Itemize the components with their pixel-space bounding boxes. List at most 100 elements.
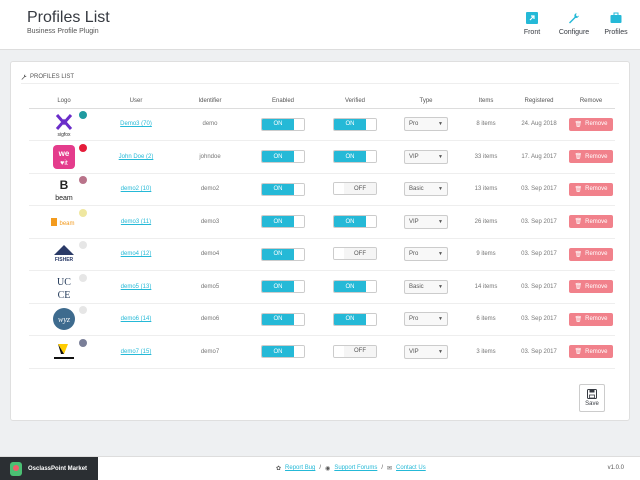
caret-down-icon: ▼ [438, 283, 443, 290]
user-cell: demo7 (15) [99, 335, 173, 369]
front-button[interactable]: Front [516, 12, 548, 36]
profile-logo: Bbeam [49, 176, 87, 202]
type-select[interactable]: Pro ▼ [404, 117, 448, 132]
type-value: Basic [409, 186, 424, 193]
enabled-toggle[interactable]: ON [261, 150, 305, 164]
contact-us-link[interactable]: Contact Us [396, 465, 426, 472]
remove-button[interactable]: 🗑 Remove [568, 247, 614, 261]
verified-toggle[interactable]: ON [333, 117, 377, 131]
identifier-cell: demo7 [173, 335, 247, 369]
remove-label: Remove [585, 283, 608, 290]
registered-cell: 03. Sep 2017 [511, 173, 567, 206]
remove-button[interactable]: 🗑 Remove [568, 150, 614, 164]
identifier-cell: demo4 [173, 238, 247, 271]
type-select[interactable]: Pro ▼ [404, 312, 448, 327]
external-link-icon [526, 12, 538, 24]
toggle-state: OFF [344, 345, 376, 357]
svg-text:we: we [58, 149, 70, 158]
remove-button[interactable]: 🗑 Remove [568, 215, 614, 229]
brand-logo[interactable]: OsclassPoint Market [0, 457, 98, 480]
toolbar: Front Configure Profiles [516, 12, 632, 36]
col-user: User [99, 94, 173, 109]
enabled-toggle[interactable]: ON [261, 182, 305, 196]
user-link[interactable]: demo3 (11) [121, 219, 151, 225]
user-cell: Demo3 (70) [99, 108, 173, 141]
remove-button[interactable]: 🗑 Remove [568, 312, 614, 326]
table-row: Bbeam demo2 (10) demo2 ON OFF Basic ▼ 13 … [29, 173, 615, 206]
panel-title: PROFILES LIST [30, 73, 75, 80]
table-row: FISHER demo4 (12) demo4 ON OFF Pro ▼ 9 it… [29, 238, 615, 271]
trash-icon: 🗑 [574, 251, 583, 258]
registered-cell: 03. Sep 2017 [511, 270, 567, 304]
user-link[interactable]: demo6 (14) [121, 316, 152, 322]
type-value: VIP [409, 348, 419, 355]
enabled-toggle[interactable]: ON [261, 345, 305, 359]
enabled-cell: ON [247, 303, 319, 336]
toggle-state: ON [262, 346, 294, 358]
type-select[interactable]: Basic ▼ [404, 279, 448, 294]
user-link[interactable]: John Doe (2) [119, 154, 154, 160]
user-link[interactable]: Demo3 (70) [120, 121, 152, 127]
type-select[interactable]: Pro ▼ [404, 247, 448, 262]
remove-button[interactable]: 🗑 Remove [568, 182, 614, 196]
remove-cell: 🗑 Remove [567, 108, 615, 141]
type-select[interactable]: Basic ▼ [404, 182, 448, 197]
profile-logo: beam [49, 208, 87, 235]
enabled-toggle[interactable]: ON [261, 280, 305, 294]
verified-toggle[interactable]: ON [333, 215, 377, 229]
enabled-cell: ON [247, 140, 319, 174]
verified-toggle[interactable]: OFF [333, 182, 377, 196]
identifier-cell: johndoe [173, 140, 247, 174]
envelope-icon: ✉ [387, 466, 393, 472]
enabled-cell: ON [247, 205, 319, 239]
type-select[interactable]: VIP ▼ [404, 344, 448, 359]
type-value: Pro [409, 251, 419, 258]
enabled-toggle[interactable]: ON [261, 215, 305, 229]
user-link[interactable]: demo2 (10) [121, 186, 152, 192]
caret-down-icon: ▼ [438, 153, 443, 160]
type-select[interactable]: VIP ▼ [404, 214, 448, 229]
verified-toggle[interactable]: OFF [333, 247, 377, 261]
enabled-toggle[interactable]: ON [261, 312, 305, 326]
bug-icon: ✿ [276, 466, 282, 472]
user-link[interactable]: demo4 (12) [121, 251, 152, 257]
color-dot [79, 273, 87, 282]
remove-cell: 🗑 Remove [567, 205, 615, 239]
enabled-toggle[interactable]: ON [261, 247, 305, 261]
support-forums-link[interactable]: Support Forums [334, 465, 377, 472]
color-dot [79, 176, 87, 185]
enabled-cell: ON [247, 108, 319, 141]
col-verified: Verified [319, 94, 391, 109]
user-link[interactable]: demo7 (15) [121, 349, 152, 355]
enabled-toggle[interactable]: ON [261, 117, 305, 131]
configure-button[interactable]: Configure [558, 12, 590, 36]
save-label: Save [585, 401, 599, 407]
profile-logo [49, 338, 87, 365]
items-cell: 26 items [461, 205, 511, 239]
trash-icon: 🗑 [574, 186, 583, 193]
user-cell: demo4 (12) [99, 238, 173, 271]
remove-button[interactable]: 🗑 Remove [568, 280, 614, 294]
verified-toggle[interactable]: ON [333, 312, 377, 326]
report-bug-link[interactable]: Report Bug [285, 465, 315, 472]
verified-cell: ON [319, 270, 391, 304]
type-select[interactable]: VIP ▼ [404, 149, 448, 164]
remove-button[interactable]: 🗑 Remove [568, 345, 614, 359]
type-cell: Pro ▼ [391, 303, 461, 336]
identifier-cell: demo6 [173, 303, 247, 336]
verified-toggle[interactable]: ON [333, 280, 377, 294]
type-value: Pro [409, 121, 419, 128]
profiles-table: Logo User Identifier Enabled Verified Ty… [29, 94, 615, 369]
caret-down-icon: ▼ [438, 348, 443, 355]
user-link[interactable]: demo5 (13) [121, 284, 152, 290]
type-cell: Pro ▼ [391, 108, 461, 141]
save-button[interactable]: Save [579, 384, 605, 412]
svg-text:♥it: ♥it [60, 160, 68, 167]
verified-toggle[interactable]: OFF [333, 344, 377, 358]
verified-toggle[interactable]: ON [333, 150, 377, 164]
profiles-button[interactable]: Profiles [600, 12, 632, 36]
svg-text:sigfox: sigfox [57, 132, 71, 137]
table-row: we ♥it John Doe (2) johndoe ON ON VIP ▼ 33… [29, 140, 615, 174]
remove-button[interactable]: 🗑 Remove [568, 117, 614, 131]
items-cell: 3 items [461, 335, 511, 369]
